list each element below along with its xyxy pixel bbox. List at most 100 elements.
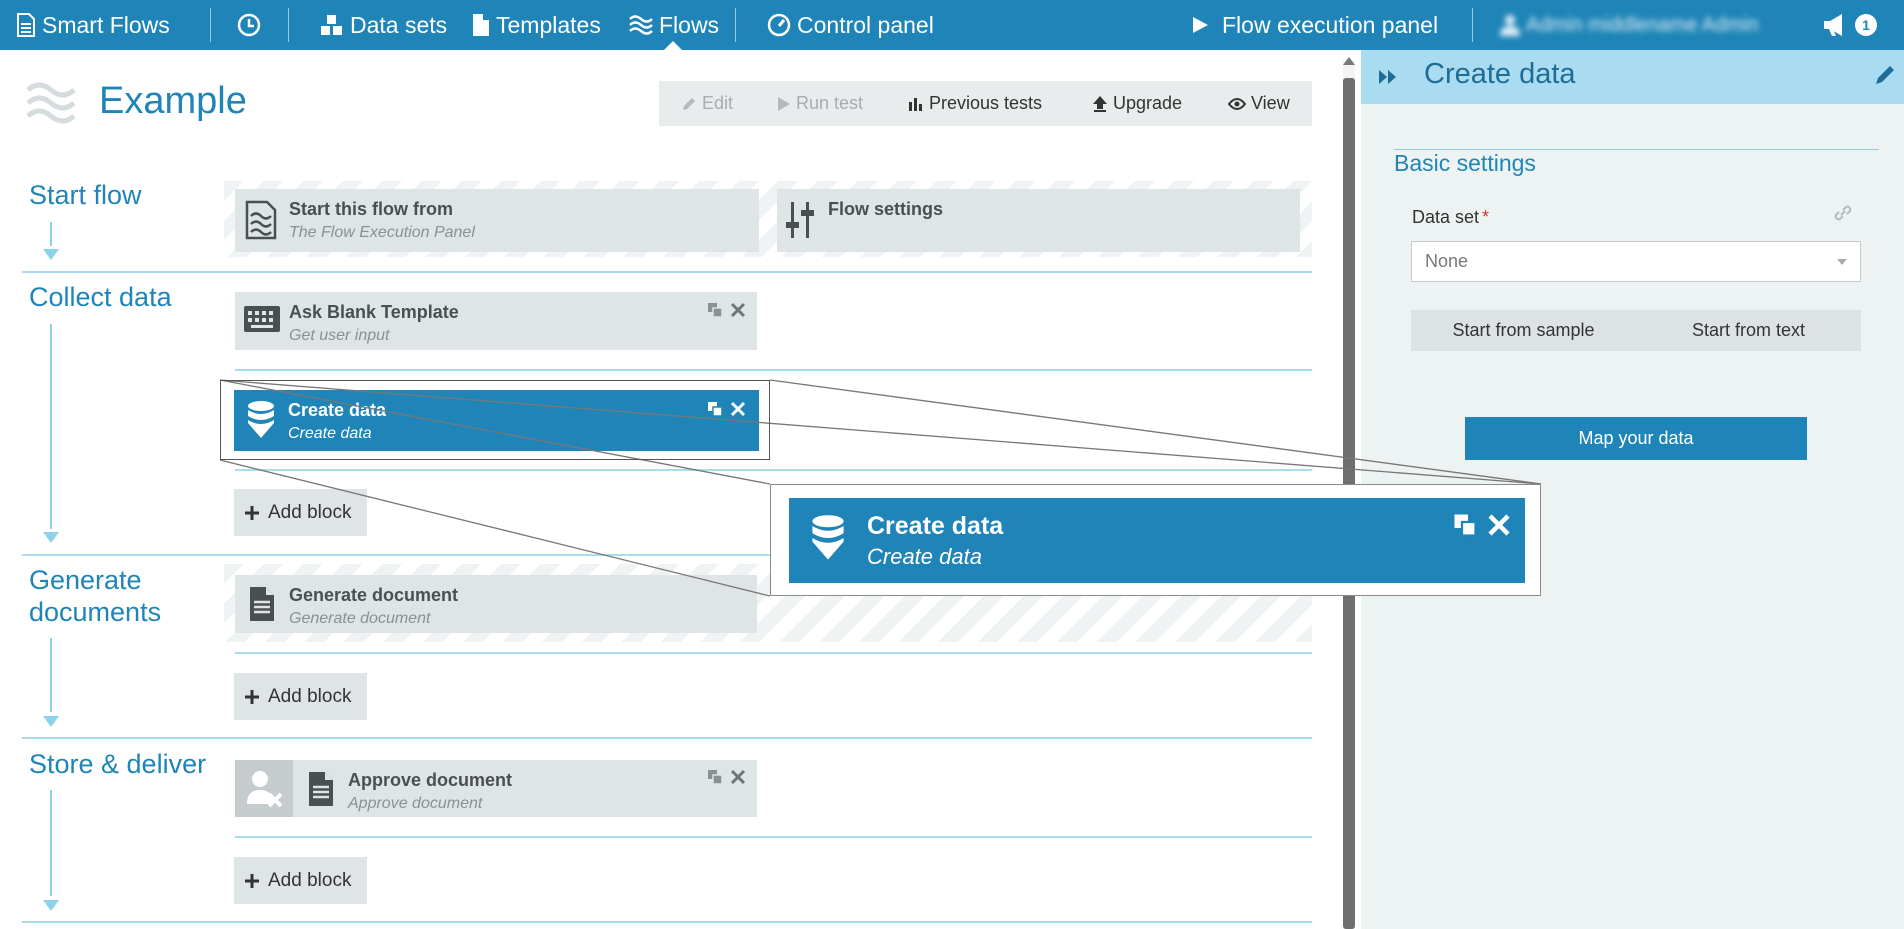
tab-start-from-sample[interactable]: Start from sample xyxy=(1411,310,1636,351)
down-arrow-icon xyxy=(43,532,59,543)
brand-doc-icon xyxy=(17,13,35,37)
database-icon xyxy=(809,514,847,567)
nav-flow-execution-panel[interactable]: Flow execution panel xyxy=(1190,0,1438,50)
run-test-button[interactable]: Run test xyxy=(777,81,863,126)
approver-slot[interactable] xyxy=(235,760,293,817)
dataset-field-label: Data set * xyxy=(1412,207,1489,228)
nav-notifications[interactable] xyxy=(1822,0,1854,50)
close-icon xyxy=(1487,513,1511,542)
previous-tests-button-label: Previous tests xyxy=(929,93,1043,113)
gauge-icon xyxy=(767,13,791,37)
play-icon xyxy=(778,96,790,111)
ask-blank-template-block[interactable]: Ask Blank Template Get user input xyxy=(235,292,757,350)
block-subtitle: The Flow Execution Panel xyxy=(289,224,475,241)
dataset-select-value: None xyxy=(1425,251,1469,271)
section-collect-data-label: Collect data xyxy=(29,282,172,312)
add-block-label: Add block xyxy=(268,501,352,523)
nav-datasets-label: Data sets xyxy=(350,11,448,38)
nav-separator xyxy=(288,8,289,42)
block-subtitle: Generate document xyxy=(289,610,431,627)
zoom-block-title: Create data xyxy=(867,512,1004,540)
flow-settings-block[interactable]: Flow settings xyxy=(777,189,1300,252)
nav-templates[interactable]: Templates xyxy=(472,0,601,50)
bar-chart-icon xyxy=(909,97,922,111)
clock-icon xyxy=(237,13,261,37)
copy-icon[interactable] xyxy=(707,769,723,790)
nav-active-indicator xyxy=(664,41,682,50)
zoom-block-subtitle: Create data xyxy=(867,544,982,569)
notification-count-badge: 1 xyxy=(1855,14,1877,36)
plus-icon xyxy=(245,873,259,888)
run-test-button-label: Run test xyxy=(796,93,864,113)
zoom-source-highlight xyxy=(220,380,770,460)
generate-document-block[interactable]: Generate document Generate document xyxy=(235,575,757,633)
down-arrow-icon xyxy=(43,249,59,260)
view-button-label: View xyxy=(1251,93,1290,113)
collapse-panel-icon[interactable] xyxy=(1378,68,1398,91)
user-icon xyxy=(1500,15,1520,36)
block-title: Start this flow from xyxy=(289,199,454,219)
nav-separator xyxy=(735,8,736,42)
nav-brand[interactable]: Smart Flows xyxy=(16,0,170,50)
section-divider xyxy=(22,271,1312,273)
plus-icon xyxy=(245,505,259,520)
flow-toolbar: Edit Run test Previous tests Upgrade Vie… xyxy=(659,81,1312,126)
upload-icon xyxy=(1093,95,1107,112)
sliders-icon xyxy=(786,200,816,245)
edit-button[interactable]: Edit xyxy=(681,81,733,126)
nav-history[interactable] xyxy=(237,0,267,50)
section-store-deliver-label: Store & deliver xyxy=(29,749,207,779)
copy-icon[interactable] xyxy=(707,302,723,323)
rename-pencil-icon[interactable] xyxy=(1874,64,1896,91)
upgrade-button[interactable]: Upgrade xyxy=(1092,81,1182,126)
flows-logo-icon xyxy=(26,80,76,131)
tab-start-from-text[interactable]: Start from text xyxy=(1636,310,1861,351)
link-icon[interactable] xyxy=(1833,203,1853,228)
block-title: Generate document xyxy=(289,585,459,605)
copy-icon xyxy=(1453,513,1477,542)
section-connector xyxy=(50,638,52,712)
nav-control-panel-label: Control panel xyxy=(797,11,934,38)
row-divider xyxy=(235,369,1312,371)
row-divider xyxy=(235,469,1312,471)
add-block-label: Add block xyxy=(268,685,352,707)
edit-button-label: Edit xyxy=(702,93,734,113)
waves-icon xyxy=(629,15,653,35)
down-arrow-icon xyxy=(43,900,59,911)
close-icon[interactable] xyxy=(730,302,746,323)
block-subtitle: Get user input xyxy=(289,327,390,344)
map-your-data-button[interactable]: Map your data xyxy=(1465,417,1807,460)
block-subtitle: Approve document xyxy=(348,795,483,812)
upgrade-button-label: Upgrade xyxy=(1113,93,1183,113)
top-nav: Smart Flows Data sets Templates Flows Co… xyxy=(0,0,1904,50)
panel-section-title: Basic settings xyxy=(1394,150,1536,176)
megaphone-icon xyxy=(1824,14,1842,36)
nav-datasets[interactable]: Data sets xyxy=(320,0,447,50)
nav-brand-label: Smart Flows xyxy=(42,11,170,38)
panel-title: Create data xyxy=(1424,58,1576,90)
nav-flow-execution-label: Flow execution panel xyxy=(1222,11,1439,38)
nav-control-panel[interactable]: Control panel xyxy=(767,0,934,50)
zoomed-create-data-block: Create data Create data xyxy=(789,498,1525,583)
play-icon xyxy=(1193,17,1208,33)
scroll-up-arrow-icon[interactable] xyxy=(1343,57,1355,65)
section-connector xyxy=(50,324,52,529)
page-title: Example xyxy=(99,80,247,122)
previous-tests-button[interactable]: Previous tests xyxy=(908,81,1042,126)
add-block-button[interactable]: Add block xyxy=(234,673,367,720)
cubes-icon xyxy=(321,15,342,35)
view-button[interactable]: View xyxy=(1228,81,1290,126)
data-source-tabs: Start from sample Start from text xyxy=(1411,310,1861,351)
row-divider xyxy=(235,836,1312,838)
add-block-button[interactable]: Add block xyxy=(234,489,367,536)
close-icon[interactable] xyxy=(730,769,746,790)
nav-separator xyxy=(1472,8,1473,42)
section-start-flow-label: Start flow xyxy=(29,180,142,210)
dataset-select[interactable]: None xyxy=(1411,241,1861,282)
approve-document-block[interactable]: Approve document Approve document xyxy=(235,760,757,817)
add-block-button[interactable]: Add block xyxy=(234,857,367,904)
section-connector xyxy=(50,790,52,896)
nav-user-menu[interactable]: Admin middlename Admin xyxy=(1500,0,1758,50)
start-from-block[interactable]: Start this flow from The Flow Execution … xyxy=(235,189,759,252)
chevron-down-icon xyxy=(1837,259,1847,265)
